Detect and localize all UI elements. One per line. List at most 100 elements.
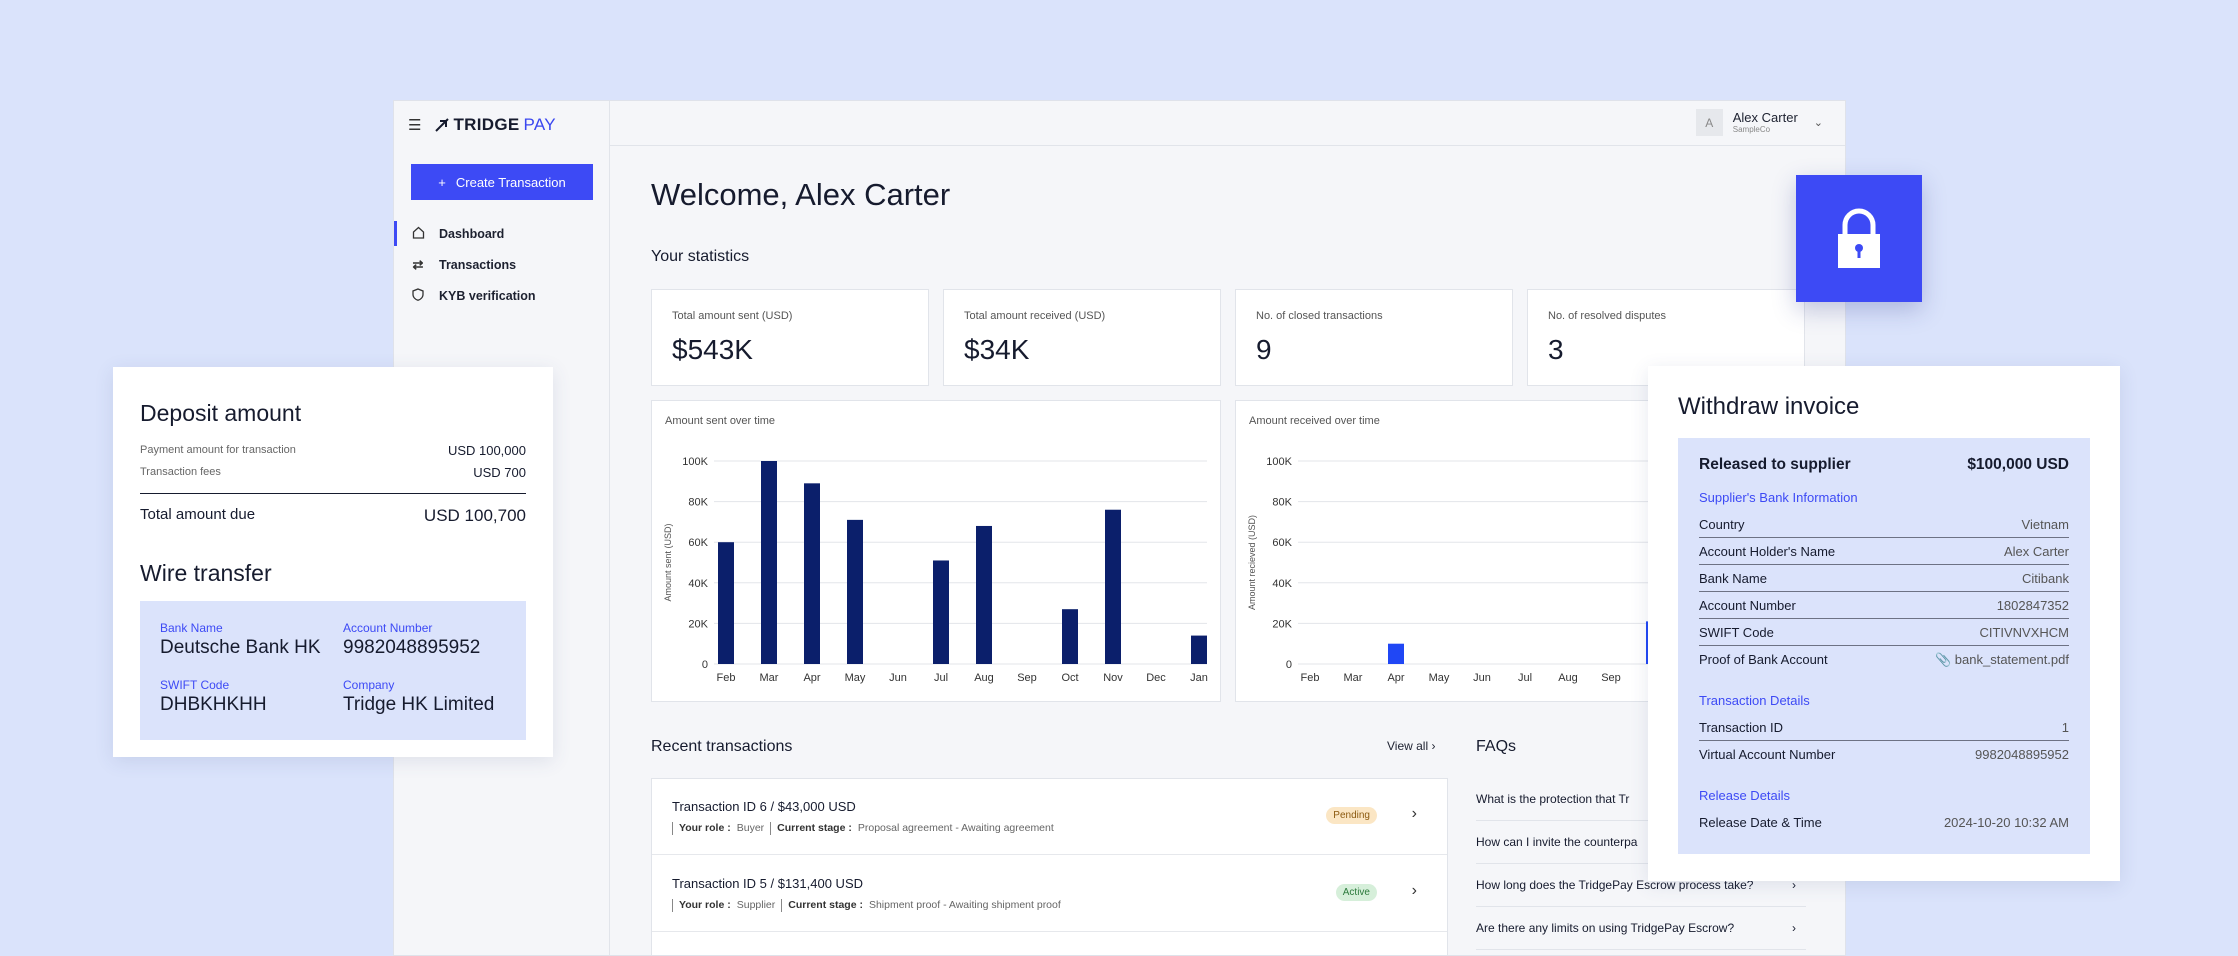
sidebar-item-transactions[interactable]: ⇄ Transactions [394, 249, 609, 280]
bar [804, 483, 820, 664]
sidebar-item-label: Dashboard [439, 226, 505, 241]
detail-row: Bank Name Citibank [1699, 565, 2069, 592]
x-tick-label: Oct [1061, 672, 1078, 684]
y-tick-label: 60K [688, 537, 708, 549]
bar [933, 560, 949, 664]
deposit-card: Deposit amount Payment amount for transa… [113, 367, 553, 757]
role-value: Supplier [736, 899, 776, 911]
sidebar-item-label: Transactions [439, 257, 517, 272]
wire-value: Tridge HK Limited [343, 693, 495, 715]
y-tick-label: 100K [1266, 456, 1292, 468]
section-title: Supplier's Bank Information [1699, 490, 1858, 505]
view-all-link[interactable]: View all › [1387, 739, 1435, 753]
stat-label: Total amount received (USD) [964, 310, 1106, 322]
released-row: Released to supplier $100,000 USD [1699, 456, 2069, 474]
stage-value: Shipment proof - Awaiting shipment proof [868, 899, 1061, 911]
deposit-row-label: Transaction fees [140, 466, 221, 478]
x-tick-label: Apr [1387, 672, 1404, 684]
create-transaction-button[interactable]: + Create Transaction [411, 164, 593, 200]
y-tick-label: 80K [1272, 497, 1292, 509]
detail-row: Transaction ID 1 [1699, 714, 2069, 741]
role-value: Buyer [736, 822, 765, 834]
deposit-row: Payment amount for transaction USD 100,00… [140, 439, 526, 461]
y-tick-label: 20K [688, 618, 708, 630]
attachment-name: bank_statement.pdf [1954, 651, 2069, 667]
transaction-meta: Your role : Buyer Current stage : Proposal… [672, 822, 1054, 835]
x-tick-label: Sep [1017, 672, 1037, 684]
detail-value: CITIVNVXHCM [1979, 624, 2069, 640]
faq-item[interactable]: Are there any limits on using TridgePay … [1476, 907, 1806, 950]
wire-details: Bank Name Deutsche Bank HK Account Number… [140, 601, 526, 740]
x-tick-label: Dec [1146, 672, 1166, 684]
sidebar-item-dashboard[interactable]: Dashboard [394, 218, 609, 249]
wire-title: Wire transfer [140, 560, 272, 586]
menu-icon[interactable]: ☰ [408, 116, 421, 134]
deposit-row-label: Payment amount for transaction [140, 444, 296, 456]
total-value: USD 100,700 [423, 506, 526, 525]
wire-value: Deutsche Bank HK [160, 637, 321, 658]
x-tick-label: Sep [1601, 672, 1621, 684]
bar [718, 542, 734, 664]
user-menu[interactable]: A Alex Carter SampleCo ⌄ [1695, 109, 1823, 136]
detail-label: SWIFT Code [1699, 624, 1774, 640]
create-transaction-label: Create Transaction [455, 174, 566, 190]
x-tick-label: Jun [889, 672, 907, 684]
x-tick-label: Jan [1190, 672, 1208, 684]
withdraw-title: Withdraw invoice [1678, 393, 1860, 420]
y-axis-label: Amount recieved (USD) [1247, 515, 1257, 610]
detail-label: Country [1699, 516, 1745, 532]
table-row[interactable]: Transaction ID 6 / $43,000 USD Your role… [652, 779, 1447, 855]
released-value: $100,000 USD [1967, 456, 2069, 473]
wire-field: Account Number 9982048895952 [343, 621, 506, 664]
chevron-right-icon[interactable]: › [1412, 882, 1417, 900]
page-title: Welcome, Alex Carter [651, 177, 951, 212]
x-tick-label: Mar [1344, 672, 1363, 684]
stat-label: No. of resolved disputes [1548, 310, 1667, 322]
detail-row: Account Number 1802847352 [1699, 592, 2069, 619]
transaction-list: Transaction ID 6 / $43,000 USD Your role… [651, 778, 1448, 955]
total-label: Total amount due [140, 506, 256, 523]
section-title: Release Details [1699, 788, 1791, 803]
sidebar-nav: Dashboard ⇄ Transactions KYB verificatio… [394, 218, 609, 311]
stage-label: Current stage : [777, 822, 852, 834]
paperclip-icon: 📎 [1934, 651, 1952, 667]
sidebar-item-label: KYB verification [439, 288, 536, 303]
deposit-row-value: USD 100,000 [447, 442, 526, 458]
x-tick-label: Jul [934, 672, 948, 684]
stage-label: Current stage : [788, 899, 863, 911]
status-badge: Pending [1326, 807, 1377, 824]
lock-icon [1838, 208, 1880, 268]
detail-row: SWIFT Code CITIVNVXHCM [1699, 619, 2069, 646]
stat-value: $543K [672, 334, 753, 365]
deposit-rows: Payment amount for transaction USD 100,00… [140, 439, 526, 483]
x-tick-label: Feb [1301, 672, 1320, 684]
role-label: Your role : [679, 899, 731, 911]
topbar: A Alex Carter SampleCo ⌄ [610, 101, 1845, 146]
chevron-right-icon[interactable]: › [1412, 805, 1417, 823]
recent-transactions-heading: Recent transactions [651, 738, 793, 755]
detail-row: Release Date & Time 2024-10-20 10:32 AM [1699, 809, 2069, 836]
x-tick-label: Apr [803, 672, 820, 684]
transaction-meta: Your role : Supplier Current stage : Shipm… [672, 899, 1061, 912]
stat-value: 3 [1548, 334, 1564, 365]
table-row[interactable]: Transaction ID 5 / $131,400 USD Your rol… [652, 856, 1447, 932]
y-tick-label: 100K [682, 456, 708, 468]
x-tick-label: Feb [717, 672, 736, 684]
released-label: Released to supplier [1699, 456, 1851, 473]
stat-label: No. of closed transactions [1256, 310, 1383, 322]
detail-row: Proof of Bank Account 📎 bank_statement.pd… [1699, 646, 2069, 673]
detail-label: Virtual Account Number [1699, 747, 1836, 762]
attachment-link[interactable]: 📎 bank_statement.pdf [1935, 652, 2069, 668]
y-tick-label: 0 [702, 659, 708, 671]
wire-label: Account Number [343, 621, 433, 635]
logo[interactable]: TRIDGE PAY [435, 115, 556, 135]
x-tick-label: Mar [760, 672, 779, 684]
y-tick-label: 0 [1286, 659, 1292, 671]
deposit-total: Total amount due USD 100,700 [140, 493, 526, 526]
sidebar-item-kyb[interactable]: KYB verification [394, 280, 609, 311]
detail-label: Release Date & Time [1699, 815, 1822, 830]
app-window: ☰ TRIDGE PAY + Create Transaction Dashboa… [393, 100, 1846, 956]
lock-tile [1796, 175, 1922, 302]
status-badge: Active [1335, 884, 1377, 901]
detail-value: 1 [2061, 719, 2069, 735]
